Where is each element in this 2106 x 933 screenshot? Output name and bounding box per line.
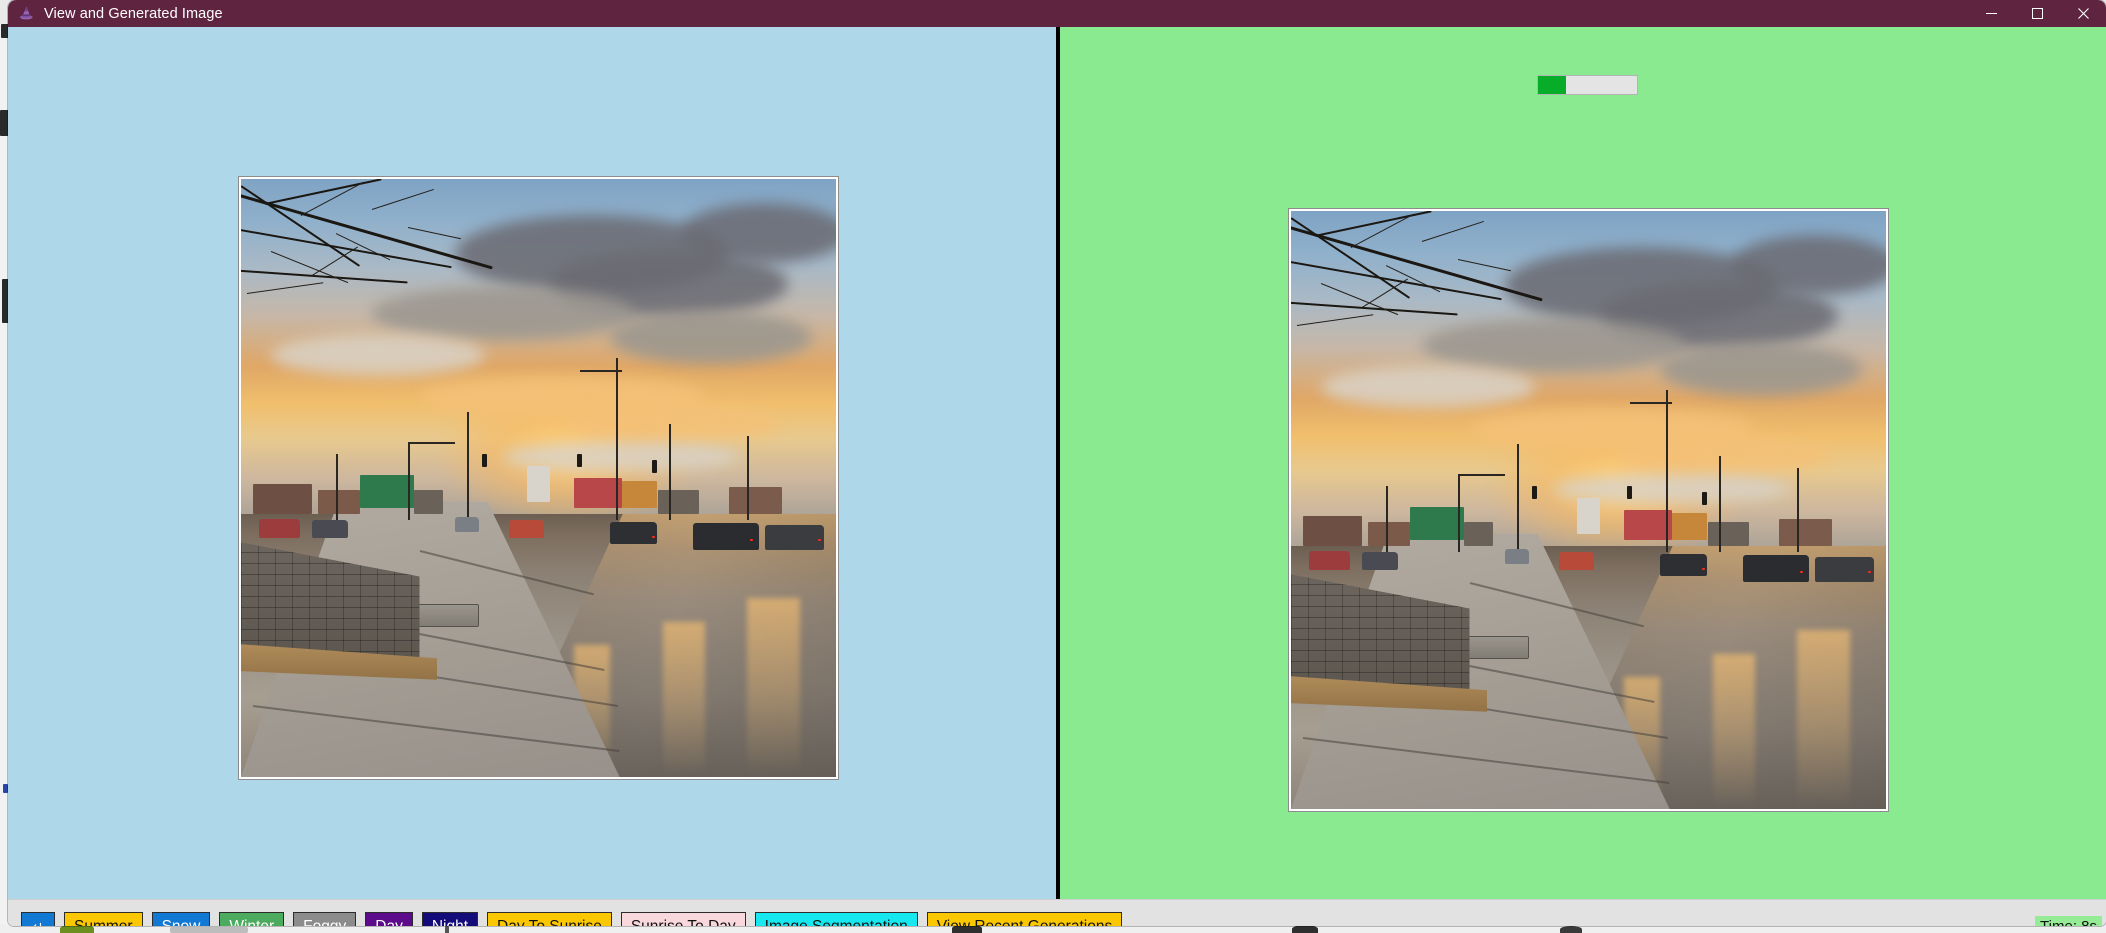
title-bar[interactable]: View and Generated Image [8, 0, 2106, 27]
enter-button[interactable]: ↵ [21, 912, 55, 926]
foggy-button[interactable]: Foggy [293, 912, 357, 926]
status-area: Time: 8s [2035, 915, 2102, 926]
source-image-frame[interactable] [238, 176, 839, 780]
client-area: ↵ Summer Snow Winter Foggy Day Night Day… [8, 27, 2106, 926]
image-segmentation-button[interactable]: Image Segmentation [754, 912, 918, 926]
generation-progress-bar [1537, 75, 1638, 95]
winter-button[interactable]: Winter [219, 912, 285, 926]
action-button-strip: ↵ Summer Snow Winter Foggy Day Night Day… [21, 912, 1123, 926]
day-to-sunrise-button[interactable]: Day To Sunrise [487, 912, 612, 926]
day-button[interactable]: Day [365, 912, 413, 926]
split-panels [8, 27, 2106, 899]
wizard-hat-icon [18, 5, 35, 22]
view-recent-generations-button[interactable]: View Recent Generations [926, 912, 1123, 926]
generation-progress-fill [1538, 76, 1566, 94]
generated-image-panel [1060, 27, 2106, 899]
source-image[interactable] [241, 179, 836, 777]
night-button[interactable]: Night [421, 912, 479, 926]
generated-image[interactable] [1291, 211, 1886, 809]
window-title: View and Generated Image [44, 5, 223, 22]
snow-button[interactable]: Snow [151, 912, 211, 926]
action-button-bar: ↵ Summer Snow Winter Foggy Day Night Day… [8, 899, 2106, 926]
close-button[interactable] [2060, 0, 2106, 27]
generated-image-frame[interactable] [1288, 208, 1889, 812]
source-image-panel [8, 27, 1056, 899]
application-window: View and Generated Image Time: 8s [8, 0, 2106, 926]
sunrise-to-day-button[interactable]: Sunrise To Day [620, 912, 746, 926]
elapsed-time-status: Time: 8s [2035, 915, 2102, 926]
summer-button[interactable]: Summer [64, 912, 143, 926]
maximize-button[interactable] [2014, 0, 2060, 27]
window-controls [1968, 0, 2106, 27]
minimize-button[interactable] [1968, 0, 2014, 27]
